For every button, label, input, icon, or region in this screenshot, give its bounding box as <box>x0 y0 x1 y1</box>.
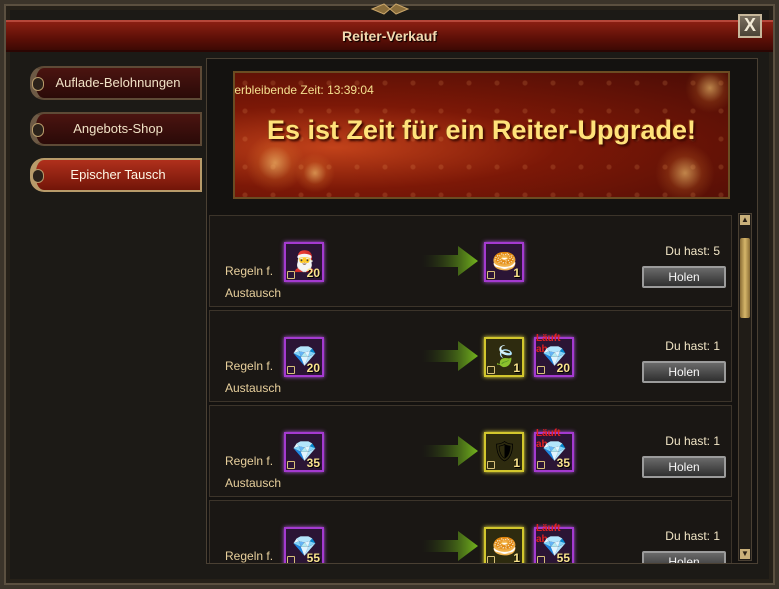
ornament-icon <box>370 3 410 15</box>
tab-knob-icon <box>32 169 44 183</box>
item-quantity: 35 <box>306 456 320 470</box>
lock-icon <box>287 461 295 469</box>
exchange-row: Regeln f. 💎 55 🥯 1 Läuft ab 💎 55 Du hast… <box>209 500 732 563</box>
owned-count: Du hast: 1 <box>665 434 720 448</box>
holen-button[interactable]: Holen <box>642 551 726 563</box>
promo-banner: Verbleibende Zeit: 13:39:04 Es ist Zeit … <box>233 71 730 199</box>
rules-line: Regeln f. <box>225 359 274 373</box>
sidebar-item-auflade-belohnungen[interactable]: Auflade-Belohnungen <box>30 66 202 100</box>
scroll-down-icon[interactable]: ▼ <box>740 549 750 559</box>
sidebar-item-angebots-shop[interactable]: Angebots-Shop <box>30 112 202 146</box>
item-quantity: 55 <box>556 551 570 563</box>
title-bar: Reiter-Verkauf <box>6 20 773 52</box>
item-quantity: 1 <box>513 456 520 470</box>
arrow-right-icon <box>422 246 478 276</box>
item-quantity: 20 <box>556 361 570 375</box>
reward-item-saddle[interactable]: 🥯 1 <box>484 527 524 563</box>
tab-knob-icon <box>32 123 44 137</box>
item-quantity: 1 <box>513 361 520 375</box>
cost-item-crystal[interactable]: 💎 55 <box>284 527 324 563</box>
holen-button[interactable]: Holen <box>642 361 726 383</box>
item-quantity: 20 <box>306 361 320 375</box>
lock-icon <box>537 556 545 563</box>
scroll-up-icon[interactable]: ▲ <box>740 215 750 225</box>
countdown-timer: Verbleibende Zeit: 13:39:04 <box>233 83 374 97</box>
cost-item-crystal[interactable]: 💎 20 <box>284 337 324 377</box>
sidebar-item-epischer-tausch[interactable]: Epischer Tausch <box>30 158 202 192</box>
scrollbar[interactable]: ▲ ▼ <box>738 213 752 561</box>
lock-icon <box>287 556 295 563</box>
sidebar-item-label: Auflade-Belohnungen <box>55 75 181 90</box>
item-quantity: 20 <box>306 266 320 280</box>
reward-item-essence[interactable]: 🍃 1 <box>484 337 524 377</box>
reward-item-armor[interactable]: 🛡 1 <box>484 432 524 472</box>
rules-line: Austausch <box>225 286 282 300</box>
rules-label: Regeln f. Austausch <box>225 355 281 399</box>
holen-button[interactable]: Holen <box>642 456 726 478</box>
rules-label: Regeln f. <box>225 545 273 563</box>
reward-item-crystal[interactable]: Läuft ab 💎 55 <box>534 523 574 563</box>
exchange-row: Regeln f. Austausch 🎅 20 🥯 1 Du hast: 5 … <box>209 215 732 307</box>
arrow-right-icon <box>422 531 478 561</box>
sidebar-item-label: Epischer Tausch <box>70 167 166 182</box>
tab-knob-icon <box>32 77 44 91</box>
owned-count: Du hast: 5 <box>665 244 720 258</box>
banner-headline: Es ist Zeit für ein Reiter-Upgrade! <box>266 115 697 145</box>
item-quantity: 35 <box>556 456 570 470</box>
owned-count: Du hast: 1 <box>665 339 720 353</box>
window-title: Reiter-Verkauf <box>342 28 437 44</box>
rules-line: Austausch <box>225 381 282 395</box>
item-quantity: 55 <box>306 551 320 563</box>
item-quantity: 1 <box>513 551 520 563</box>
lock-icon <box>487 461 495 469</box>
reward-item-saddle[interactable]: 🥯 1 <box>484 242 524 282</box>
lock-icon <box>487 271 495 279</box>
rules-label: Regeln f. Austausch <box>225 260 281 304</box>
scroll-thumb[interactable] <box>740 238 750 318</box>
cost-item-crystal[interactable]: 💎 35 <box>284 432 324 472</box>
sidebar-item-label: Angebots-Shop <box>73 121 163 136</box>
rules-label: Regeln f. Austausch <box>225 450 281 494</box>
owned-count: Du hast: 1 <box>665 529 720 543</box>
sidebar: Auflade-Belohnungen Angebots-Shop Episch… <box>30 60 206 560</box>
rules-line: Regeln f. <box>225 549 274 563</box>
exchange-list[interactable]: Regeln f. Austausch 🎅 20 🥯 1 Du hast: 5 … <box>207 209 734 563</box>
lock-icon <box>487 556 495 563</box>
exchange-row: Regeln f. Austausch 💎 20 🍃 1 Läuft ab 💎 … <box>209 310 732 402</box>
lock-icon <box>537 366 545 374</box>
cost-item-santa[interactable]: 🎅 20 <box>284 242 324 282</box>
lock-icon <box>537 461 545 469</box>
arrow-right-icon <box>422 341 478 371</box>
holen-button[interactable]: Holen <box>642 266 726 288</box>
lock-icon <box>487 366 495 374</box>
main-panel: Verbleibende Zeit: 13:39:04 Es ist Zeit … <box>206 58 758 564</box>
exchange-row: Regeln f. Austausch 💎 35 🛡 1 Läuft ab 💎 … <box>209 405 732 497</box>
rules-line: Regeln f. <box>225 454 274 468</box>
reward-item-crystal[interactable]: Läuft ab 💎 35 <box>534 428 574 472</box>
firework-icon <box>295 153 335 193</box>
arrow-right-icon <box>422 436 478 466</box>
firework-icon <box>655 143 715 197</box>
rules-line: Austausch <box>225 476 282 490</box>
item-quantity: 1 <box>513 266 520 280</box>
rules-line: Regeln f. <box>225 264 274 278</box>
reward-item-crystal[interactable]: Läuft ab 💎 20 <box>534 333 574 377</box>
close-button[interactable]: X <box>738 14 762 38</box>
lock-icon <box>287 366 295 374</box>
lock-icon <box>287 271 295 279</box>
